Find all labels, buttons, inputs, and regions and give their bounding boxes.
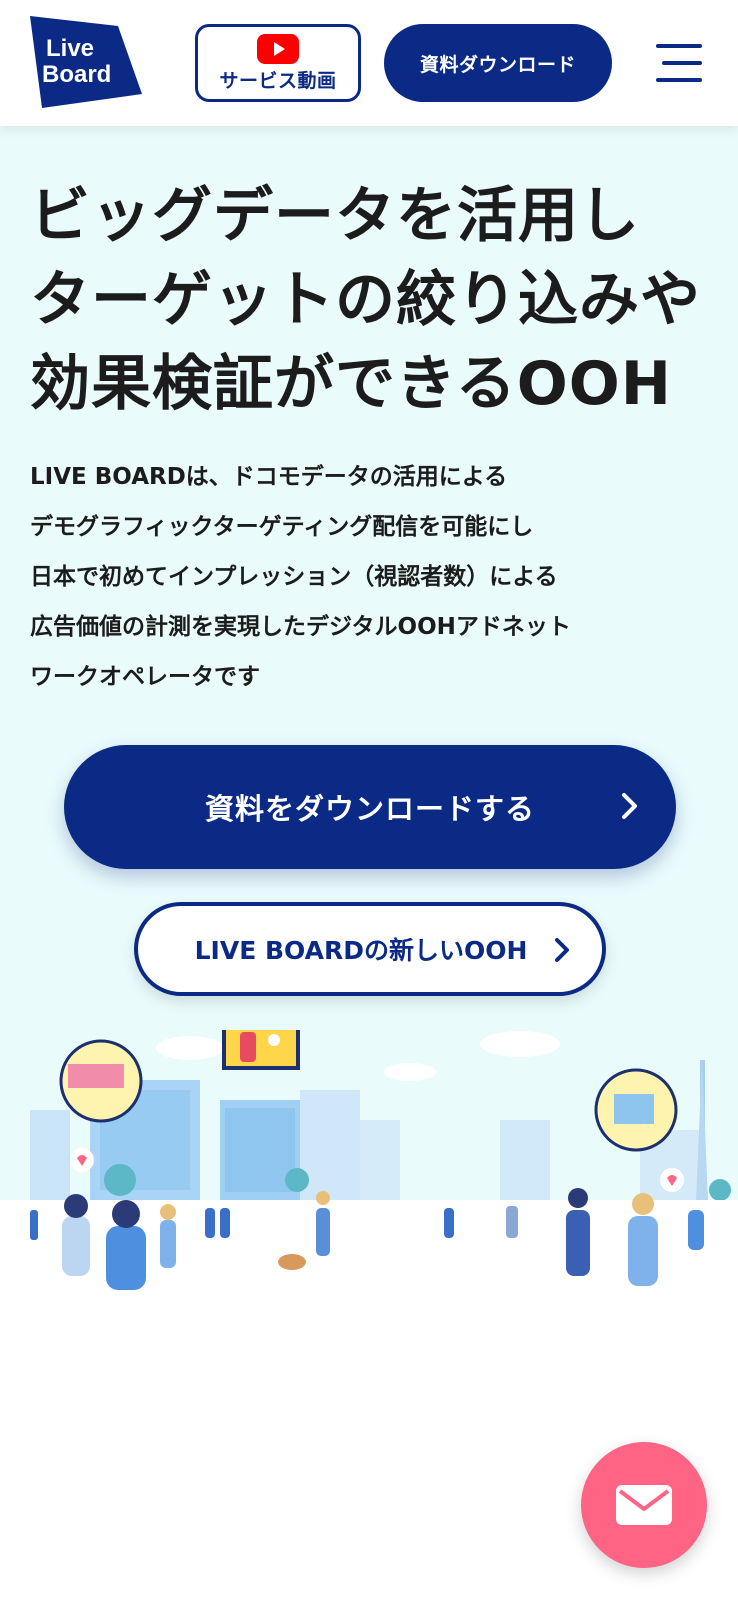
header-download-button[interactable]: 資料ダウンロード — [384, 24, 612, 102]
description-line: 日本で初めてインプレッション（視認者数）による — [30, 564, 558, 590]
hero-headline: ビッグデータを活用し ターゲットの絞り込みや 効果検証ができるOOH — [30, 174, 730, 426]
mail-icon — [616, 1485, 672, 1525]
contact-mail-button[interactable] — [581, 1442, 707, 1568]
city-crowd-illustration — [0, 1030, 738, 1290]
download-materials-button[interactable]: 資料をダウンロードする — [64, 745, 676, 869]
description-line: デモグラフィックターゲティング配信を可能にし — [30, 514, 534, 540]
service-video-label: サービス動画 — [219, 69, 337, 92]
service-video-button[interactable]: サービス動画 — [195, 24, 361, 102]
download-materials-label: 資料をダウンロードする — [204, 792, 535, 826]
headline-line: ターゲットの絞り込みや — [30, 265, 701, 335]
hero-description: LIVE BOARDは、ドコモデータの活用による デモグラフィックターゲティング… — [30, 452, 720, 702]
description-line: LIVE BOARDは、ドコモデータの活用による — [30, 464, 508, 490]
description-line: ワークオペレータです — [30, 664, 260, 690]
header-download-label: 資料ダウンロード — [419, 53, 576, 76]
description-line: 広告価値の計測を実現したデジタルOOHアドネット — [30, 614, 571, 640]
headline-line: ビッグデータを活用し — [30, 181, 640, 251]
new-ooh-button[interactable]: LIVE BOARDの新しいOOH — [134, 902, 606, 996]
liveboard-logo[interactable]: Live Board — [30, 14, 142, 110]
chevron-right-icon — [555, 938, 569, 962]
logo-text-board: Board — [42, 61, 111, 88]
new-ooh-label: LIVE BOARDの新しいOOH — [194, 936, 528, 965]
youtube-play-icon — [257, 33, 299, 64]
hamburger-menu-icon[interactable] — [650, 40, 702, 86]
site-header: Live Board サービス動画 資料ダウンロード — [0, 0, 738, 126]
chevron-right-icon — [622, 793, 637, 819]
headline-line: 効果検証ができるOOH — [30, 349, 673, 419]
logo-text-live: Live — [46, 35, 94, 62]
